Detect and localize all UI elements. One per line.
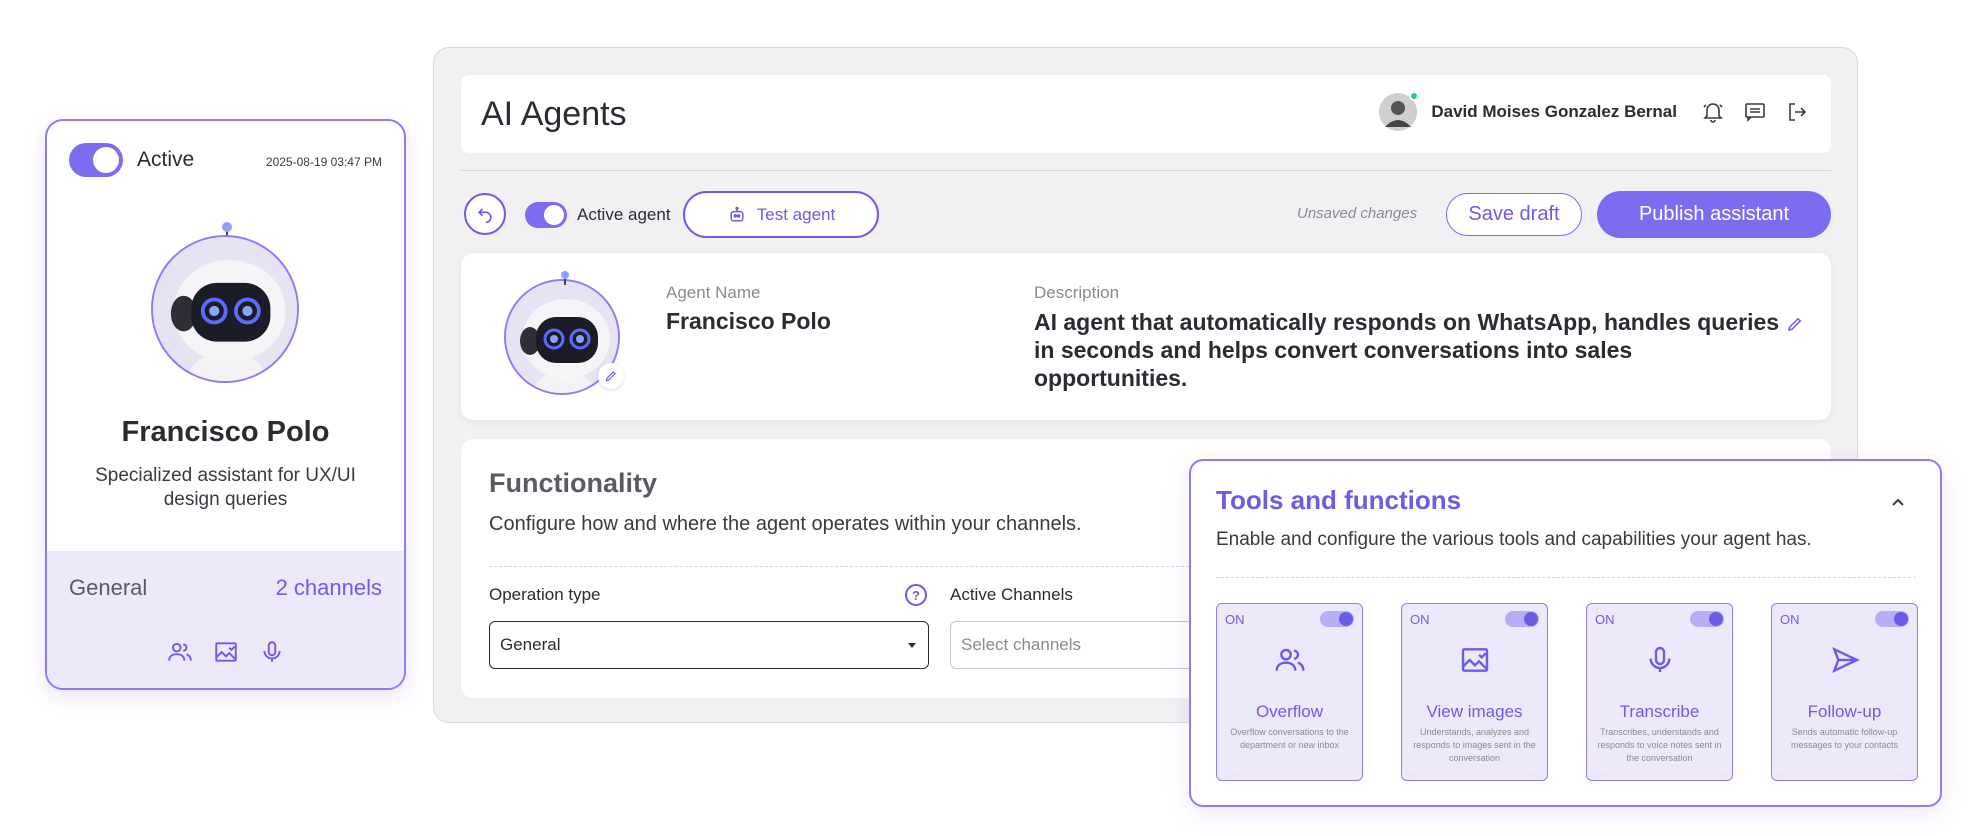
- tool-card-follow-up[interactable]: ON Follow-up Sends automatic follow-up m…: [1771, 603, 1918, 781]
- profile-name: Francisco Polo: [121, 416, 330, 448]
- active-agent-toggle-group: Active agent: [525, 202, 671, 228]
- user-avatar[interactable]: [1379, 91, 1420, 131]
- tool-state: ON: [1780, 612, 1800, 627]
- tools-title: Tools and functions: [1216, 485, 1462, 515]
- logout-icon[interactable]: [1783, 98, 1811, 126]
- description-label: Description: [1034, 283, 1120, 302]
- tool-state: ON: [1410, 612, 1430, 627]
- image-icon: [1461, 648, 1488, 672]
- tool-toggle[interactable]: [1320, 611, 1354, 627]
- tool-name: Overflow: [1255, 702, 1324, 721]
- unsaved-changes-text: Unsaved changes: [1297, 205, 1418, 222]
- active-channels-label: Active Channels: [950, 585, 1073, 604]
- help-icon[interactable]: ?: [905, 584, 927, 606]
- tool-name: Transcribe: [1619, 702, 1700, 721]
- profile-operation-type: General: [69, 575, 148, 600]
- functionality-subtitle: Configure how and where the agent operat…: [489, 513, 1082, 535]
- top-header: AI Agents David Moises Gonzalez Bernal: [461, 75, 1831, 153]
- tools-and-functions-panel: Tools and functions Enable and configure…: [1189, 459, 1942, 807]
- profile-date: 2025-08-19 03:47 PM: [265, 155, 382, 169]
- edit-avatar-button[interactable]: [598, 363, 624, 389]
- tool-name: View images: [1426, 702, 1523, 721]
- tool-toggle[interactable]: [1505, 611, 1539, 627]
- functionality-title: Functionality: [489, 468, 657, 498]
- active-agent-label: Active agent: [577, 205, 671, 224]
- test-agent-button[interactable]: Test agent: [683, 191, 879, 238]
- tool-description: Transcribes, understands and responds to…: [1597, 727, 1722, 763]
- agent-avatar[interactable]: [504, 271, 624, 395]
- edit-description-icon[interactable]: [1786, 315, 1804, 338]
- tools-subtitle: Enable and configure the various tools a…: [1216, 529, 1812, 550]
- agent-info-card: Agent Name Francisco Polo Description AI…: [461, 253, 1831, 420]
- active-channels-placeholder: Select channels: [961, 635, 1082, 654]
- undo-button[interactable]: [464, 193, 506, 235]
- agent-name-value: Francisco Polo: [666, 308, 831, 334]
- agent-profile-card: Active 2025-08-19 03:47 PM Francisco Pol…: [45, 119, 406, 690]
- profile-tool-icons: [47, 639, 404, 665]
- active-channels-select[interactable]: Select channels: [950, 621, 1210, 669]
- caret-down-icon: [908, 643, 916, 648]
- agent-name-label: Agent Name: [666, 283, 761, 302]
- active-agent-toggle[interactable]: [525, 202, 567, 228]
- save-draft-button[interactable]: Save draft: [1446, 193, 1582, 236]
- profile-description: Specialized assistant for UX/UI design q…: [95, 465, 356, 510]
- tool-card-overflow[interactable]: ON Overflow Overflow conversations to th…: [1216, 603, 1363, 781]
- operation-type-label: Operation type: [489, 585, 601, 604]
- microphone-icon: [262, 641, 281, 662]
- operation-type-select[interactable]: General: [489, 621, 929, 669]
- profile-robot-avatar: [151, 221, 299, 383]
- people-icon: [167, 642, 192, 661]
- pencil-icon: [605, 371, 616, 382]
- profile-active-toggle[interactable]: [69, 143, 123, 177]
- profile-status: Active: [137, 148, 195, 171]
- functionality-divider: [489, 566, 1189, 567]
- people-icon: [1274, 648, 1305, 671]
- test-agent-label: Test agent: [756, 204, 836, 224]
- robot-icon: [730, 206, 744, 222]
- tool-card-view-images[interactable]: ON View images Understands, analyzes and…: [1401, 603, 1548, 781]
- tool-state: ON: [1595, 612, 1615, 627]
- microphone-icon: [1648, 646, 1671, 672]
- image-icon: [214, 642, 237, 662]
- tool-state: ON: [1225, 612, 1245, 627]
- page-title: AI Agents: [481, 95, 627, 133]
- chevron-up-icon[interactable]: [1890, 495, 1906, 516]
- description-value: AI agent that automatically responds on …: [1034, 309, 1780, 391]
- tool-card-transcribe[interactable]: ON Transcribe Transcribes, understands a…: [1586, 603, 1733, 781]
- tool-toggle[interactable]: [1690, 611, 1724, 627]
- profile-channels-count[interactable]: 2 channels: [276, 575, 382, 601]
- toolbar: Active agent Test agent Unsaved changes …: [461, 191, 1831, 239]
- operation-type-value: General: [500, 635, 561, 654]
- chat-icon[interactable]: [1741, 98, 1769, 126]
- tool-name: Follow-up: [1807, 702, 1882, 721]
- tool-description: Understands, analyzes and responds to im…: [1413, 727, 1536, 763]
- tool-toggle[interactable]: [1875, 611, 1909, 627]
- tool-description: Overflow conversations to the department…: [1230, 727, 1349, 750]
- user-name: David Moises Gonzalez Bernal: [1431, 102, 1677, 121]
- online-status-dot: [1409, 91, 1420, 101]
- send-icon: [1831, 646, 1860, 674]
- profile-footer: General 2 channels: [47, 551, 404, 688]
- header-divider: [461, 170, 1831, 171]
- tool-description: Sends automatic follow-up messages to yo…: [1790, 727, 1899, 750]
- user-area: David Moises Gonzalez Bernal: [1379, 91, 1811, 131]
- publish-assistant-button[interactable]: Publish assistant: [1597, 191, 1831, 238]
- tools-divider: [1216, 577, 1916, 578]
- bell-icon[interactable]: [1699, 98, 1727, 126]
